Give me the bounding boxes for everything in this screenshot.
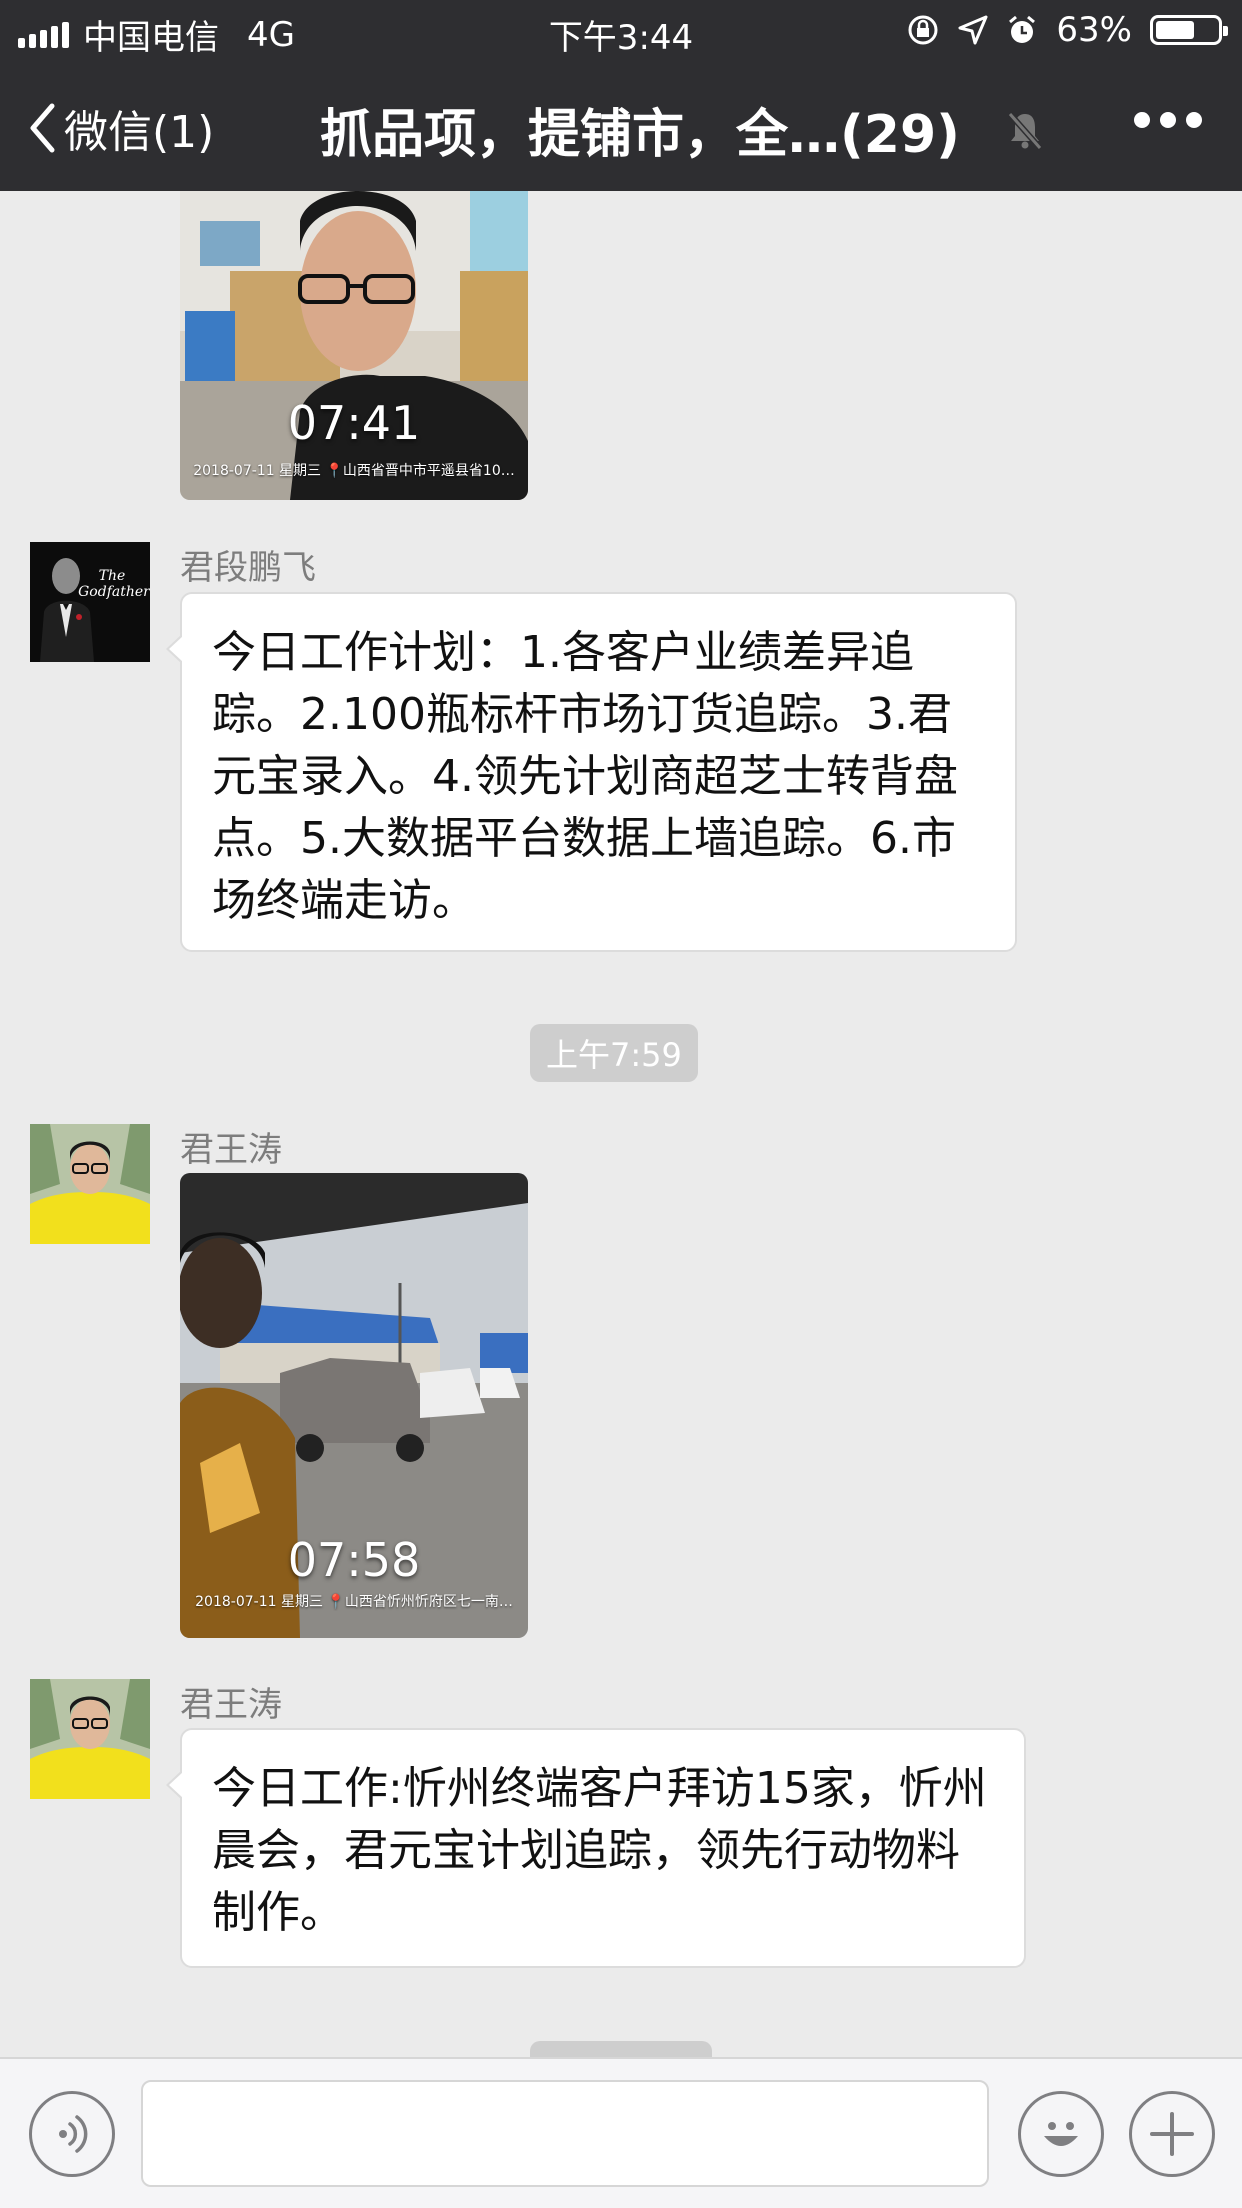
location-icon: [958, 15, 988, 45]
more-functions-button[interactable]: [1129, 2091, 1215, 2177]
chat-title: 抓品项，提铺市，全…(29): [320, 105, 960, 165]
video-stamp-info: 2018-07-11 星期三 📍山西省晋中市平遥县省10…: [193, 463, 515, 479]
alarm-icon: [1009, 15, 1036, 43]
back-label: 微信(1): [64, 107, 215, 158]
plus-icon: [1150, 2112, 1194, 2156]
svg-text:Godfather: Godfather: [78, 584, 150, 600]
timestamp-pill-partial: [530, 2041, 712, 2057]
selfie-thumbnail: [180, 191, 528, 500]
message-input[interactable]: [141, 2080, 989, 2187]
chevron-left-icon: [30, 103, 55, 153]
battery-percent: 63%: [1056, 10, 1132, 50]
message-text: 今日工作:忻州终端客户拜访15家，忻州晨会，君元宝计划追踪，领先行动物料制作。: [212, 1763, 987, 1938]
avatar-wang-tao[interactable]: [30, 1679, 150, 1799]
sender-name: 君王涛: [180, 1685, 282, 1725]
video-message-2[interactable]: 07:58 2018-07-11 星期三 📍山西省忻州忻府区七一南…: [180, 1173, 528, 1638]
voice-button[interactable]: [29, 2091, 115, 2177]
emoji-button[interactable]: [1018, 2091, 1104, 2177]
chat-area[interactable]: 07:41 2018-07-11 星期三 📍山西省晋中市平遥县省10… The …: [0, 191, 1242, 2057]
nav-bar: 微信(1) 抓品项，提铺市，全…(29): [0, 60, 1242, 191]
godfather-avatar-image: The Godfather: [30, 542, 150, 662]
person-avatar-image: [30, 1679, 150, 1799]
video-stamp-info: 2018-07-11 星期三 📍山西省忻州忻府区七一南…: [195, 1594, 513, 1610]
video-stamp-time: 07:58: [287, 1533, 421, 1587]
status-bar: 中国电信 4G 下午3:44 63%: [0, 0, 1242, 60]
sender-name: 君王涛: [180, 1130, 282, 1170]
timestamp-pill: 上午7:59: [530, 1024, 698, 1082]
message-text: 今日工作计划：1.各客户业绩差异追踪。2.100瓶标杆市场订货追踪。3.君元宝录…: [212, 627, 958, 926]
input-bar: [0, 2057, 1242, 2208]
text-message-bubble[interactable]: 今日工作计划：1.各客户业绩差异追踪。2.100瓶标杆市场订货追踪。3.君元宝录…: [166, 592, 1017, 952]
sender-name: 君段鹏飞: [180, 548, 316, 588]
avatar-wang-tao[interactable]: [30, 1124, 150, 1244]
mute-bell-icon: [1007, 112, 1043, 150]
person-avatar-image: [30, 1124, 150, 1244]
rotation-lock-icon: [908, 15, 938, 45]
svg-text:The: The: [99, 568, 126, 584]
back-button[interactable]: 微信(1): [28, 96, 214, 160]
avatar-duan-pengfei[interactable]: The Godfather: [30, 542, 150, 662]
emoji-icon: [1044, 2122, 1078, 2146]
more-button[interactable]: [1134, 112, 1202, 128]
video-stamp-time: 07:41: [287, 396, 421, 450]
text-message-bubble[interactable]: 今日工作:忻州终端客户拜访15家，忻州晨会，君元宝计划追踪，领先行动物料制作。: [166, 1728, 1026, 1968]
voice-icon: [59, 2115, 88, 2153]
battery-icon: [1150, 15, 1228, 45]
video-message-1[interactable]: 07:41 2018-07-11 星期三 📍山西省晋中市平遥县省10…: [180, 191, 528, 500]
